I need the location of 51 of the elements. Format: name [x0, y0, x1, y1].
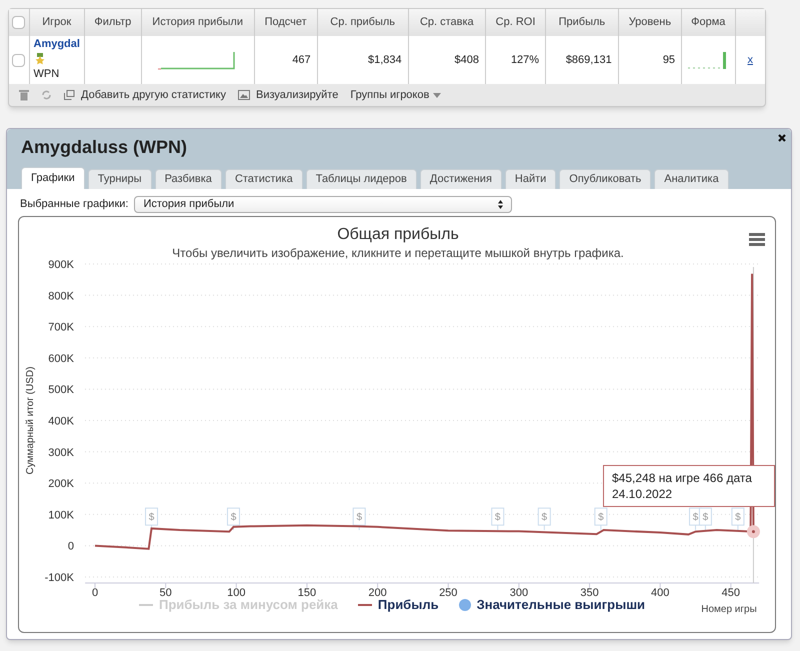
x-tick-label: 0	[92, 587, 98, 599]
annotation: $	[542, 512, 548, 524]
table-cell: $869,131	[546, 36, 618, 84]
y-axis-title: Суммарный итог (USD)	[25, 366, 36, 474]
big-win-flag: $	[538, 508, 551, 531]
x-tick-label: 50	[160, 587, 172, 599]
table-cell: 467	[254, 36, 318, 84]
annotation: $	[356, 512, 362, 524]
y-tick-label: 900K	[48, 259, 74, 271]
chart-subtitle: Чтобы увеличить изображение, кликните и перетащите мышкой внутрь графика.	[172, 246, 624, 260]
y-tick-label: -100K	[44, 572, 74, 584]
big-win-flag: $	[352, 508, 366, 531]
big-win-flag: $	[594, 508, 608, 531]
y-tick-label: 200K	[48, 478, 74, 490]
x-tick-label: 400	[651, 587, 670, 599]
table-cell: $1,834	[317, 36, 408, 84]
x-tick-label: 100	[227, 587, 246, 599]
y-tick-label: 500K	[48, 384, 74, 396]
y-tick-label: 700K	[48, 322, 74, 334]
y-tick-label: 0	[68, 540, 74, 553]
annotation: $	[735, 512, 742, 524]
graph-select-label: Выбранные графики:	[20, 196, 128, 212]
chart-title: Общая прибыль	[337, 226, 459, 243]
big-win-flag: $	[698, 508, 712, 531]
big-win-flag: $	[731, 508, 744, 531]
x-tick-label: 350	[580, 587, 599, 599]
annotation: $	[702, 512, 709, 524]
y-tick-label: 300K	[48, 446, 74, 459]
annotation: $	[598, 512, 604, 524]
annotation: $	[692, 512, 699, 524]
network-label: WPN	[34, 66, 60, 82]
annotation: $	[230, 512, 237, 524]
y-tick-label: 800K	[48, 290, 74, 302]
y-tick-label: 100K	[48, 509, 74, 522]
dialog-title: Amygdaluss (WPN)	[21, 136, 188, 158]
x-axis-title: Номер игры	[701, 604, 757, 615]
chart-tooltip: $45,248 на игре 466 дата 24.10.2022	[603, 465, 775, 507]
annotation: $	[494, 512, 501, 524]
y-tick-label: 600K	[48, 352, 74, 365]
table-cell: $408	[408, 36, 486, 84]
annotation: $	[148, 512, 155, 524]
x-tick-label: 200	[368, 587, 387, 599]
x-tick-label: 250	[439, 587, 458, 599]
big-win-flag: $	[491, 508, 504, 531]
x-tick-label: 150	[298, 587, 316, 599]
x-tick-label: 300	[510, 587, 528, 599]
x-tick-label: 450	[722, 587, 740, 599]
y-tick-label: 400K	[48, 416, 74, 428]
table-cell: 127%	[485, 36, 546, 84]
table-cell: 95	[618, 36, 682, 84]
big-win-flag: $	[226, 508, 240, 531]
